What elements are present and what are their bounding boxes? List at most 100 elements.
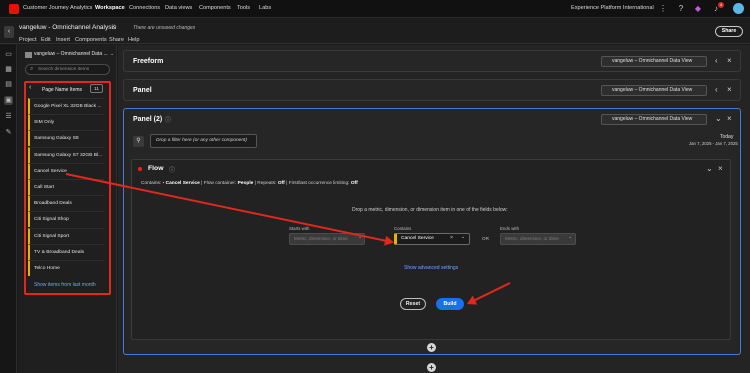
flow-summary: Contains: ▪ Cancel Service | Flow contai…: [141, 181, 358, 186]
menu-project[interactable]: Project: [19, 37, 36, 43]
search-placeholder: Search dimension items: [38, 67, 90, 72]
close-icon[interactable]: ×: [718, 164, 723, 173]
chevron-down-icon[interactable]: ⌄: [110, 51, 114, 57]
dimension-item[interactable]: Citi Signal Sport: [28, 227, 104, 244]
freeform-title[interactable]: Freeform: [133, 58, 163, 65]
menu-help[interactable]: Help: [128, 37, 140, 43]
panel: Panel vangeluw – Omnichannel Data View ‹…: [123, 79, 741, 101]
add-panel-icon[interactable]: +: [427, 363, 436, 372]
notification-badge: 4: [718, 2, 724, 8]
chevron-down-icon[interactable]: ⌄: [706, 164, 713, 173]
adobe-logo-icon[interactable]: [9, 4, 19, 14]
contains-value: Cancel Service: [165, 181, 200, 186]
reset-button[interactable]: Reset: [400, 298, 426, 310]
first-last-value: Off: [350, 181, 358, 186]
panel-2: Panel (2) ⓘ vangeluw – Omnichannel Data …: [123, 108, 741, 355]
nav-workspace[interactable]: Workspace: [95, 5, 125, 11]
panel2-title[interactable]: Panel (2): [133, 116, 162, 123]
flow-title[interactable]: Flow: [148, 165, 163, 172]
ends-with-field[interactable]: Metric, dimension, or dime: [500, 233, 576, 245]
left-rail: ▭ ▦ ▤ ▣ ☰ ✎: [0, 45, 17, 373]
date-range[interactable]: Jan 7, 2025 - Jan 7, 2025: [689, 141, 738, 146]
separator: |: [254, 181, 256, 186]
unsaved-changes: There are unsaved changes: [133, 25, 196, 31]
filter-drop-zone[interactable]: Drop a filter here (or any other compone…: [150, 134, 257, 148]
panel2-dataview-select[interactable]: vangeluw – Omnichannel Data View: [601, 114, 707, 125]
chevron-down-icon[interactable]: ⌄: [568, 234, 572, 240]
panel-title[interactable]: Panel: [133, 87, 152, 94]
contains-field[interactable]: Cancel Service: [394, 233, 470, 245]
panel-dataview-select[interactable]: vangeluw – Omnichannel Data View: [601, 85, 707, 96]
nav-data-views[interactable]: Data views: [165, 5, 192, 11]
dimension-item[interactable]: Samsung Galaxy S8: [28, 130, 104, 147]
close-icon[interactable]: ×: [727, 57, 732, 65]
tag-icon[interactable]: ✎: [4, 128, 13, 137]
dimension-item[interactable]: Samsung Galaxy S7 32GB Bl...: [28, 146, 104, 163]
status-dot: [138, 167, 142, 171]
close-icon[interactable]: ×: [727, 115, 732, 123]
contains-label: Contains:: [141, 181, 162, 186]
star-icon[interactable]: ☆: [111, 23, 117, 31]
date-label[interactable]: Today: [720, 134, 733, 140]
list-icon[interactable]: ☰: [4, 112, 13, 121]
visualizations-icon[interactable]: ▦: [4, 65, 13, 74]
dimension-item[interactable]: TV & Broadband Deals: [28, 243, 104, 260]
help-icon[interactable]: ?: [677, 5, 685, 13]
dim-header: Page Name Items: [42, 87, 83, 93]
dimension-item[interactable]: Citi Signal Shop: [28, 211, 104, 228]
dimension-item[interactable]: Cancel Service: [28, 162, 104, 179]
components-icon[interactable]: ▣: [4, 96, 13, 105]
close-icon[interactable]: ×: [727, 86, 732, 94]
avatar[interactable]: [733, 3, 744, 14]
collapse-chevron-icon[interactable]: ‹: [715, 57, 718, 65]
back-icon[interactable]: ‹: [4, 26, 14, 38]
dimension-item[interactable]: Call Start: [28, 179, 104, 195]
menu-share[interactable]: Share: [109, 37, 124, 43]
menu-edit[interactable]: Edit: [41, 37, 51, 43]
clear-icon[interactable]: ×: [450, 235, 453, 241]
chevron-down-icon[interactable]: ⌄: [461, 234, 465, 240]
dimension-item[interactable]: Telco Home: [28, 260, 104, 276]
app-title[interactable]: Customer Journey Analytics: [23, 5, 92, 11]
freeform-dataview-select[interactable]: vangeluw – Omnichannel Data View: [601, 56, 707, 67]
share-button[interactable]: Share: [715, 26, 743, 37]
collapse-chevron-icon[interactable]: ‹: [715, 86, 718, 94]
dimension-item[interactable]: Google Pixel XL 32GB Black ...: [28, 98, 104, 114]
menu-insert[interactable]: Insert: [56, 37, 70, 43]
ends-with-label: Ends with: [500, 226, 520, 231]
top-nav: Customer Journey Analytics Workspace Con…: [0, 0, 750, 18]
nav-components[interactable]: Components: [199, 5, 231, 11]
contains-field-label: Contains: [394, 226, 412, 231]
search-input[interactable]: ⌕ Search dimension items: [25, 64, 110, 75]
nav-tools[interactable]: Tools: [237, 5, 250, 11]
chart-icon[interactable]: ▤: [4, 80, 13, 89]
repeats-value: Off: [277, 181, 285, 186]
flow-container-value: People: [237, 181, 254, 186]
show-advanced-settings-link[interactable]: Show advanced settings: [404, 265, 458, 271]
apps-grid-icon[interactable]: ⋮: [659, 5, 667, 13]
nav-labs[interactable]: Labs: [259, 5, 271, 11]
nav-connections[interactable]: Connections: [129, 5, 160, 11]
info-icon[interactable]: ⓘ: [165, 115, 171, 124]
chevron-down-icon[interactable]: ⌄: [715, 115, 722, 123]
freeform-panel: Freeform vangeluw – Omnichannel Data Vie…: [123, 50, 741, 72]
menu-components[interactable]: Components: [75, 37, 107, 43]
show-items-last-month-link[interactable]: Show items from last month: [34, 282, 96, 288]
panels-icon[interactable]: ▭: [4, 50, 13, 59]
search-icon: ⌕: [30, 66, 34, 72]
starts-with-label: Starts with: [289, 226, 310, 231]
dataview-selector[interactable]: vangeluw – Omnichannel Data ...: [34, 51, 108, 57]
org-name[interactable]: Experience Platform International: [571, 5, 654, 11]
back-chevron-icon[interactable]: ‹: [29, 84, 31, 91]
separator: |: [286, 181, 288, 186]
dataview-icon: [25, 52, 32, 58]
repeats-label: Repeats:: [257, 181, 277, 186]
build-button[interactable]: Build: [436, 298, 464, 310]
dimension-item[interactable]: SIM Only: [28, 114, 104, 131]
filter-icon[interactable]: ⚲: [133, 136, 144, 147]
project-title[interactable]: vangeluw - Omnichannel Analysis: [19, 24, 116, 31]
info-icon[interactable]: ⓘ: [169, 165, 175, 174]
feedback-icon[interactable]: ◆: [694, 5, 702, 13]
dimension-item[interactable]: Broadband Deals: [28, 195, 104, 212]
add-visualization-icon[interactable]: +: [427, 343, 436, 352]
